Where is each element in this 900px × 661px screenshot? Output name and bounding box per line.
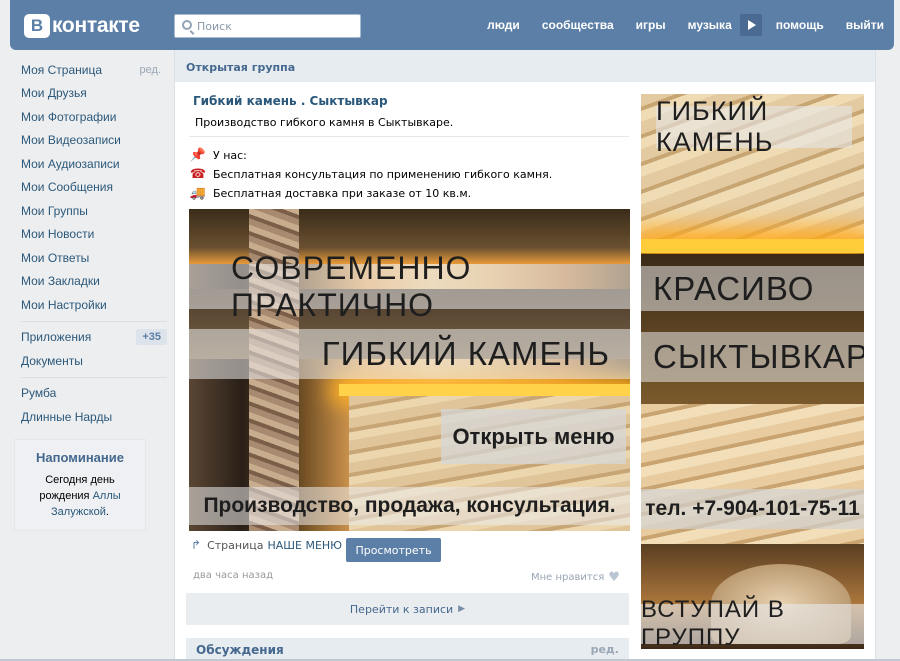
sidebar-item-label: Мои Новости: [21, 227, 95, 242]
sidebar-item-documents[interactable]: Документы: [14, 349, 167, 373]
wiki-page-title-link[interactable]: НАШЕ МЕНЮ: [267, 539, 342, 552]
sidebar-item-videos[interactable]: Мои Видеозаписи: [14, 129, 167, 153]
edit-link[interactable]: ред.: [140, 64, 167, 76]
vk-logo[interactable]: В контакте: [24, 13, 140, 39]
top-nav: люди сообщества игры музыка помощь выйти: [487, 0, 894, 50]
discussions-title[interactable]: Обсуждения: [196, 643, 284, 657]
nav-logout[interactable]: выйти: [846, 18, 884, 32]
heart-icon: ♥: [608, 570, 620, 585]
sidebar-item-label: Мои Аудиозаписи: [21, 156, 120, 171]
sidebar-item-friends[interactable]: Мои Друзья: [14, 82, 167, 106]
sidebar-divider: [21, 320, 167, 322]
banner-light-strip: [641, 239, 864, 253]
sidebar-item-backgammon[interactable]: Длинные Нарды: [14, 405, 167, 429]
sidebar-item-photos[interactable]: Мои Фотографии: [14, 105, 167, 129]
side-banner-beautiful: КРАСИВО: [641, 266, 864, 311]
sidebar-item-bookmarks[interactable]: Мои Закладки: [14, 270, 167, 294]
sidebar-item-messages[interactable]: Мои Сообщения: [14, 176, 167, 200]
go-to-post-label: Перейти к записи: [349, 602, 454, 616]
sidebar-item-my-page[interactable]: Моя Страница ред.: [14, 58, 167, 82]
chevron-right-icon: ▶: [458, 604, 466, 614]
banner-text-modern: СОВРЕМЕННО ПРАКТИЧНО: [189, 250, 630, 323]
sidebar-item-label: Мои Друзья: [21, 86, 87, 101]
top-header: В контакте люди сообщества игры музыка п…: [10, 0, 894, 50]
menu-banner-image[interactable]: СОВРЕМЕННО ПРАКТИЧНО ГИБКИЙ КАМЕНЬ Откры…: [189, 209, 630, 531]
side-banner-city: СЫКТЫВКАР: [641, 332, 864, 382]
side-banner-join: ВСТУПАЙ В ГРУППУ: [641, 596, 864, 649]
banner-text-flexible-stone: ГИБКИЙ КАМЕНЬ: [189, 329, 630, 379]
sidebar-item-label: Длинные Нарды: [21, 409, 113, 424]
info-line: 📌 У нас:: [189, 147, 247, 163]
info-text: Бесплатная консультация по применению ги…: [213, 167, 553, 181]
page-title: Открытая группа: [175, 50, 875, 82]
wiki-page-link: ↱ Страница НАШЕ МЕНЮ: [191, 538, 342, 552]
sidebar-item-audio[interactable]: Мои Аудиозаписи: [14, 152, 167, 176]
reminder-title: Напоминание: [35, 449, 124, 465]
info-line: 🚚 Бесплатная доставка при заказе от 10 к…: [189, 185, 472, 201]
sidebar-item-label: Мои Группы: [21, 203, 88, 218]
info-line: ☎ Бесплатная консультация по применению …: [189, 166, 553, 182]
view-button[interactable]: Просмотреть: [346, 538, 441, 562]
reminder-text: Сегодня: [45, 473, 91, 486]
nav-communities[interactable]: сообщества: [542, 18, 614, 32]
search-input[interactable]: [197, 18, 355, 34]
group-description: Производство гибкого камня в Сыктывкаре.: [195, 116, 454, 129]
sidebar-item-label: Мои Ответы: [21, 250, 90, 265]
post-timestamp[interactable]: два часа назад: [193, 570, 273, 581]
search-box[interactable]: [174, 14, 361, 38]
discussions-edit-link[interactable]: ред.: [591, 643, 619, 656]
sidebar-item-label: Мои Закладки: [21, 274, 100, 289]
info-text: У нас:: [213, 148, 247, 162]
nav-people[interactable]: люди: [487, 18, 520, 32]
reminder-text: .: [105, 505, 109, 518]
group-name: Гибкий камень . Сыктывкар: [193, 94, 388, 108]
share-arrow-icon: ↱: [191, 538, 202, 552]
side-banner-title: ГИБКИЙ КАМЕНЬ: [656, 96, 852, 157]
divider: [189, 136, 629, 137]
sidebar-item-label: Приложения: [21, 330, 92, 345]
sidebar-item-groups[interactable]: Мои Группы: [14, 199, 167, 223]
sidebar-item-rumba[interactable]: Румба: [14, 382, 167, 406]
vk-logo-text: контакте: [52, 14, 140, 37]
play-icon[interactable]: [739, 14, 762, 36]
truck-icon: 🚚: [189, 185, 207, 201]
group-avatar-banner[interactable]: ГИБКИЙ КАМЕНЬ КРАСИВО СЫКТЫВКАР тел. +7-…: [641, 94, 864, 649]
vk-logo-mark: В: [24, 14, 50, 38]
sidebar-item-label: Мои Настройки: [21, 297, 107, 312]
sidebar-item-label: Мои Фотографии: [21, 109, 117, 124]
search-icon: [182, 20, 192, 30]
sidebar-item-settings[interactable]: Мои Настройки: [14, 293, 167, 317]
sidebar-item-label: Румба: [21, 386, 57, 401]
sidebar-item-label: Документы: [21, 353, 83, 368]
sidebar-item-news[interactable]: Мои Новости: [14, 223, 167, 247]
sidebar-divider: [21, 376, 167, 378]
side-banner-phone: тел. +7-904-101-75-11: [641, 489, 864, 529]
main-content: Открытая группа Гибкий камень . Сыктывка…: [174, 50, 876, 661]
nav-games[interactable]: игры: [636, 18, 666, 32]
telephone-icon: ☎: [189, 166, 207, 182]
nav-help[interactable]: помощь: [776, 18, 824, 32]
go-to-post-button[interactable]: Перейти к записи ▶: [186, 593, 629, 625]
reminder-body: Сегодня день рождения Аллы Залужской.: [21, 472, 139, 520]
discussions-header: Обсуждения ред.: [186, 638, 629, 661]
sidebar-item-apps[interactable]: Приложения +35: [14, 326, 167, 350]
pushpin-icon: 📌: [189, 147, 207, 163]
like-button[interactable]: Мне нравится ♥: [531, 570, 620, 585]
sidebar-item-answers[interactable]: Мои Ответы: [14, 246, 167, 270]
sidebar-item-label: Моя Страница: [21, 62, 103, 77]
banner-light-strip: [339, 384, 630, 396]
banner-text-services: Производство, продажа, консультация.: [189, 487, 630, 525]
open-menu-button[interactable]: Открыть меню: [441, 409, 626, 464]
apps-count-badge: +35: [136, 329, 167, 346]
sidebar-item-label: Мои Видеозаписи: [21, 133, 121, 148]
nav-music[interactable]: музыка: [688, 18, 732, 32]
wiki-prefix: Страница: [207, 538, 264, 552]
like-label: Мне нравится: [531, 572, 605, 583]
sidebar-item-label: Мои Сообщения: [21, 180, 113, 195]
info-text: Бесплатная доставка при заказе от 10 кв.…: [213, 186, 472, 200]
reminder-box: Напоминание Сегодня день рождения Аллы З…: [14, 438, 146, 531]
left-sidebar: Моя Страница ред. Мои Друзья Мои Фотогра…: [14, 58, 167, 531]
